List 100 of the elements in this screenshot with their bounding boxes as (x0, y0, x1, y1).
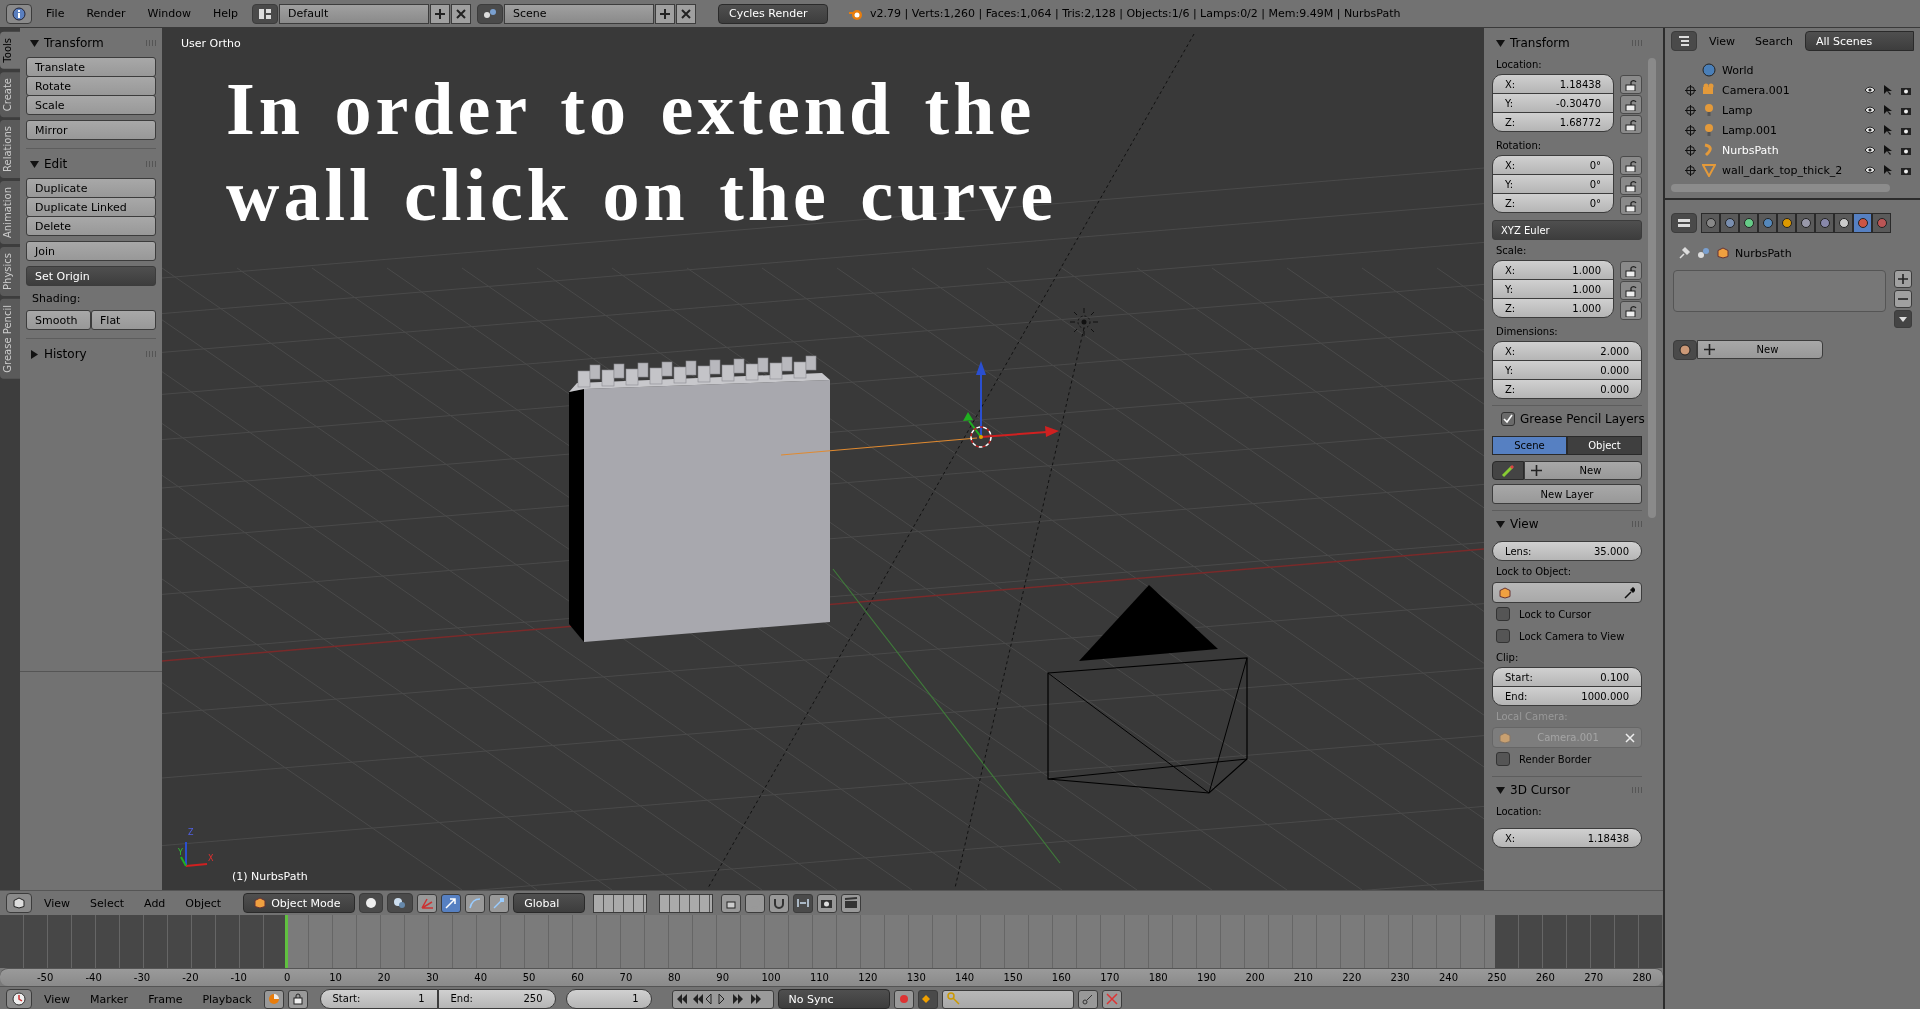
keying-set-field[interactable] (941, 989, 1074, 1009)
add-icon[interactable] (655, 3, 676, 24)
properties-tab[interactable] (1739, 213, 1758, 233)
tool-button[interactable]: Rotate (26, 76, 156, 96)
expand-icon[interactable] (1685, 104, 1696, 116)
properties-icon[interactable] (1671, 213, 1697, 233)
outliner-icon[interactable] (1671, 31, 1697, 51)
preview-range-icon[interactable] (263, 989, 284, 1009)
eye-icon[interactable] (1864, 145, 1876, 155)
menu-item[interactable]: View (1701, 34, 1744, 48)
3d-viewport[interactable]: User Ortho In order to extend the wall click on the curve Z Y X (1) NurbsPath (162, 28, 1484, 890)
display-mode-dropdown[interactable]: All Scenes (1804, 31, 1914, 51)
collapse-arrow-icon[interactable] (1496, 38, 1505, 48)
properties-tab[interactable] (1815, 213, 1834, 233)
side-tab[interactable]: Animation (0, 180, 20, 244)
lock-icon[interactable] (721, 893, 742, 913)
expand-icon[interactable] (1685, 124, 1696, 136)
number-field[interactable]: Z: 1.68772 (1492, 112, 1614, 132)
tool-button[interactable]: Scale (26, 95, 156, 115)
menu-item[interactable]: Frame (140, 992, 191, 1006)
outliner-item[interactable]: Lamp (1722, 103, 1858, 117)
keyframe-icon[interactable] (917, 989, 938, 1009)
magnet-icon[interactable] (769, 893, 790, 913)
cube-icon[interactable] (6, 893, 32, 913)
collapse-arrow-icon[interactable] (1496, 519, 1505, 529)
checkbox[interactable] (1496, 607, 1510, 621)
number-field[interactable]: Start: 0.100 (1492, 667, 1642, 687)
panel-title[interactable]: Edit (44, 157, 141, 171)
expand-arrow-icon[interactable] (30, 349, 39, 359)
frame-ruler[interactable]: -50 -40 -30 -20 -10 0 10 20 30 40 50 60 70 80 90 100 110 120 130 140 150 160 170 180 190 200 210 220 230 240 250 260 270 280 (0, 968, 1663, 986)
menu-item[interactable]: Marker (82, 992, 137, 1006)
shading-icon[interactable] (359, 893, 384, 913)
lock-icon[interactable] (1620, 156, 1642, 175)
panel-title[interactable]: Transform (44, 36, 141, 50)
scrollbar[interactable] (1648, 58, 1656, 518)
cursor-icon[interactable] (1883, 124, 1893, 136)
number-field[interactable]: Z: 0.000 (1492, 379, 1642, 399)
tab[interactable]: Scene (1492, 436, 1567, 455)
outliner-item[interactable]: NurbsPath (1722, 143, 1858, 157)
menu-item[interactable]: Select (82, 896, 133, 910)
properties-tab[interactable] (1720, 213, 1739, 233)
lock-icon[interactable] (1620, 176, 1642, 195)
menu-item[interactable]: File (38, 7, 73, 20)
layout-icon[interactable] (252, 3, 279, 24)
number-field[interactable]: Y: 0.000 (1492, 360, 1642, 380)
number-field[interactable]: Y: -0.30470 (1492, 93, 1614, 113)
material-icon[interactable] (1673, 340, 1697, 360)
collapse-arrow-icon[interactable] (1496, 785, 1505, 795)
outliner-item[interactable]: Camera.001 (1722, 83, 1858, 97)
panel-title[interactable]: View (1510, 517, 1627, 531)
snap-icon[interactable] (793, 893, 814, 913)
properties-tab[interactable] (1758, 213, 1777, 233)
scene-field[interactable]: Scene (504, 3, 655, 24)
scale-icon[interactable] (489, 893, 510, 913)
lock-icon[interactable] (1620, 196, 1642, 215)
new-button[interactable]: New (1697, 340, 1823, 359)
new-layer-button[interactable]: New Layer (1492, 484, 1642, 504)
add-icon[interactable] (430, 3, 451, 24)
lock-icon[interactable] (1620, 75, 1642, 94)
dropdown[interactable]: Set Origin (26, 266, 156, 286)
panel-title[interactable]: Grease Pencil Layers (1520, 412, 1645, 426)
tab[interactable]: Object (1567, 436, 1642, 455)
render-engine-dropdown[interactable]: Cycles Render (718, 3, 829, 24)
side-tab[interactable]: Physics (0, 246, 20, 296)
menu-item[interactable]: Add (136, 896, 174, 910)
checkbox-label[interactable]: Render Border (1519, 753, 1592, 765)
lock-icon[interactable] (1620, 261, 1642, 280)
collapse-arrow-icon[interactable] (30, 38, 39, 48)
eyedropper-icon[interactable] (1623, 586, 1635, 599)
clapperboard-icon[interactable] (841, 893, 862, 913)
tool-button[interactable]: Delete (26, 216, 156, 236)
tool-button[interactable]: Translate (26, 57, 156, 77)
layout-field[interactable]: Default (279, 3, 430, 24)
collapse-arrow-icon[interactable] (30, 159, 39, 169)
expand-icon[interactable] (1685, 164, 1696, 176)
menu-item[interactable]: Window (139, 7, 199, 20)
scene-icon[interactable] (477, 3, 504, 24)
tool-button[interactable]: Duplicate Linked (26, 197, 156, 217)
add-icon[interactable] (1894, 270, 1912, 288)
start-frame-field[interactable]: Start: 1 (319, 988, 438, 1009)
tool-button[interactable]: Mirror (26, 120, 156, 140)
number-field[interactable]: Lens: 35.000 (1492, 541, 1642, 561)
properties-tab[interactable] (1834, 213, 1853, 233)
eye-icon[interactable] (1864, 165, 1876, 175)
number-field[interactable]: Z: 0° (1492, 193, 1614, 213)
checkbox-label[interactable]: Lock to Cursor (1519, 608, 1592, 620)
side-tab[interactable]: Relations (0, 119, 20, 178)
curve-line[interactable] (780, 437, 978, 456)
panel-title[interactable]: History (44, 347, 141, 361)
side-tab[interactable]: Grease Pencil (0, 298, 20, 379)
playback-controls[interactable] (671, 989, 774, 1009)
tool-button[interactable]: Smooth (26, 310, 91, 330)
eye-icon[interactable] (1864, 85, 1876, 95)
remove-key-icon[interactable] (1101, 989, 1122, 1009)
menu-item[interactable]: Object (177, 896, 230, 910)
rotation-mode-dropdown[interactable]: XYZ Euler (1492, 220, 1642, 240)
menu-item[interactable]: Playback (194, 992, 260, 1006)
editor-type-button[interactable] (6, 3, 32, 24)
remove-icon[interactable] (1894, 290, 1912, 308)
menu-item[interactable]: View (36, 992, 79, 1006)
